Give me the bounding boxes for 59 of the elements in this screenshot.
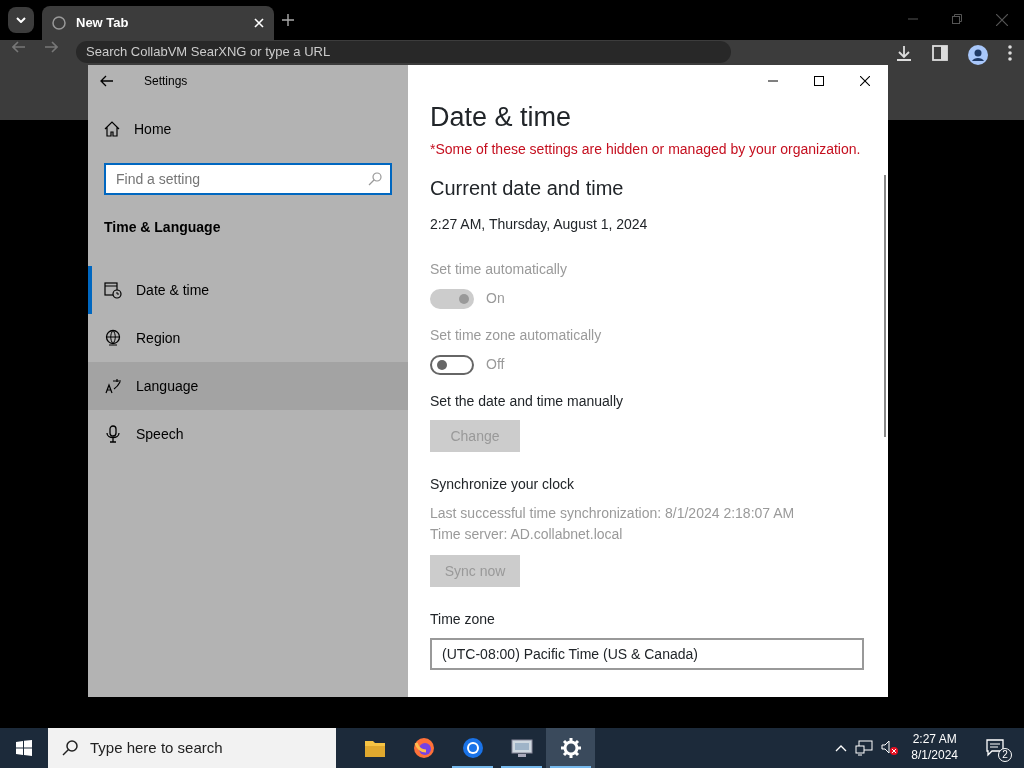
sidebar-item[interactable]: Language [88,362,408,410]
notifications-button[interactable]: 2 [976,728,1016,768]
search-box[interactable]: Find a setting [104,163,392,195]
subsection-heading: Synchronize your clock [430,475,575,495]
sync-info: Last successful time synchronization: 8/1/2024 2:18:07 AM [430,504,796,524]
sync-info: Time server: AD.collabnet.local [430,525,624,545]
muted-speaker-icon[interactable] [881,740,900,756]
time-zone-dropdown[interactable]: (UTC-08:00) Pacific Time (US & Canada) [430,638,864,671]
maximize-icon [814,76,824,86]
search-field[interactable]: Find a setting [114,167,368,191]
notifications-icon [986,739,1006,757]
toggle-switch[interactable] [430,354,474,375]
forward-icon[interactable] [44,41,58,53]
toggle-state: Off [486,355,505,375]
address-bar[interactable]: Search CollabVM SearXNG or type a URL [76,41,731,63]
language-icon [104,377,122,395]
toggle-state: On [486,289,505,309]
globe-icon [104,329,122,347]
page-heading: Date & time [430,101,573,134]
download-icon[interactable] [896,45,912,61]
browser-icon [461,737,484,759]
settings-icon [559,737,582,759]
taskbar-search-field[interactable]: Type here to search [48,728,336,768]
search-icon [368,172,382,186]
browser-tab[interactable]: New Tab [42,6,274,40]
setting-label: Set time zone automatically [430,326,603,346]
profile-icon[interactable] [968,45,988,65]
back-icon[interactable] [100,75,114,87]
fox-browser-icon [412,737,435,759]
section-heading: Time & Language [103,218,222,237]
network-icon[interactable] [855,740,874,756]
restore-icon[interactable] [952,14,962,24]
section-heading: Current date and time [430,176,625,201]
sidebar-item[interactable]: Region [88,314,408,362]
windows-logo-icon [16,740,32,756]
home-link[interactable]: Home [88,105,408,153]
close-icon [860,76,870,86]
calendar-clock-icon [104,281,122,299]
chevron-down-icon [16,17,26,23]
window-title: Settings [144,73,188,90]
tab-list-button[interactable] [8,7,34,33]
current-datetime: 2:27 AM, Thursday, August 1, 2024 [430,215,649,235]
monitor-icon [510,737,533,759]
notification-count: 2 [998,748,1012,762]
warning-text: *Some of these settings are hidden or managed by your organization. [430,140,862,160]
field-label: Time zone [430,610,496,630]
globe-icon [52,16,66,30]
setting-label: Set the date and time manually [430,392,624,412]
microphone-icon [104,425,122,443]
side-panel-icon[interactable] [932,45,948,61]
menu-icon[interactable] [1008,45,1012,61]
home-icon [104,121,120,137]
taskbar-app[interactable] [546,728,595,768]
taskbar-clock[interactable]: 2:27 AM 8/1/2024 [911,732,958,764]
setting-label: Set time automatically [430,260,568,280]
search-icon [62,740,78,756]
plus-icon[interactable] [282,14,294,26]
sidebar-item[interactable]: Speech [88,410,408,458]
chevron-up-icon[interactable] [835,744,848,752]
